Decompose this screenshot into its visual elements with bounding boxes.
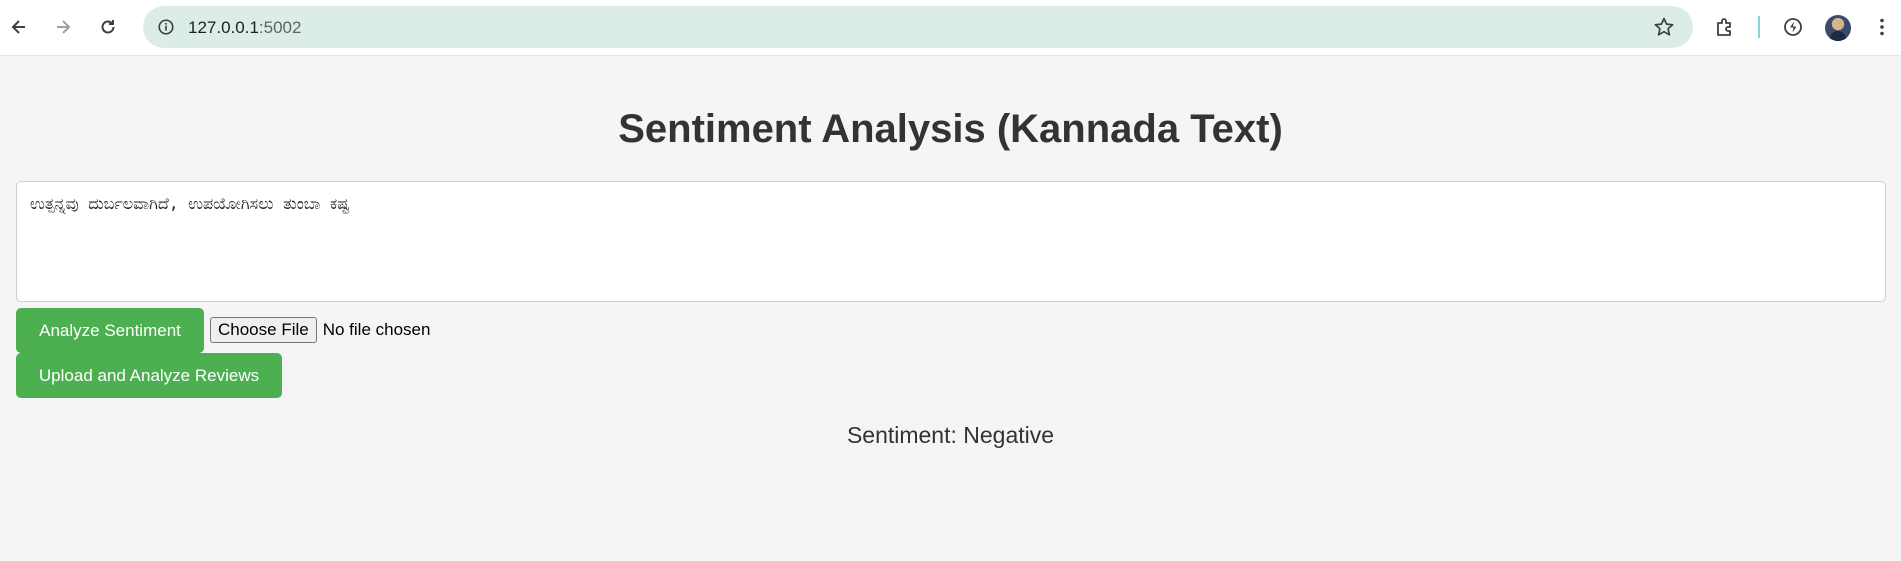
extensions-icon[interactable]: [1711, 13, 1739, 41]
site-info-icon[interactable]: [153, 14, 179, 40]
url-text[interactable]: 127.0.0.1:5002: [188, 18, 301, 38]
browser-toolbar: 127.0.0.1:5002: [0, 0, 1901, 56]
reload-icon[interactable]: [94, 13, 122, 41]
more-menu-icon[interactable]: [1868, 13, 1896, 41]
analyze-sentiment-button[interactable]: Analyze Sentiment: [16, 308, 204, 353]
page-title: Sentiment Analysis (Kannada Text): [618, 107, 1283, 151]
url-port: :5002: [258, 18, 302, 37]
back-arrow-icon[interactable]: [5, 13, 33, 41]
address-bar[interactable]: 127.0.0.1:5002: [143, 6, 1693, 48]
url-host: 127.0.0.1: [188, 18, 259, 37]
file-status-text: No file chosen: [322, 320, 431, 339]
upload-analyze-button[interactable]: Upload and Analyze Reviews: [16, 353, 282, 398]
review-text-input[interactable]: ಉತ್ಪನ್ನವು ದುರ್ಬಲವಾಗಿದೆ, ಉಪಯೋಗಿಸಲು ತುಂಬಾ …: [16, 181, 1886, 302]
sentiment-result: Sentiment: Negative: [846, 422, 1055, 448]
performance-icon[interactable]: [1779, 13, 1807, 41]
page-content: Sentiment Analysis (Kannada Text) ಉತ್ಪನ್…: [0, 57, 1901, 561]
file-input[interactable]: Choose File No file chosen: [210, 317, 430, 343]
profile-avatar[interactable]: [1825, 15, 1851, 41]
forward-arrow-icon[interactable]: [49, 13, 77, 41]
toolbar-divider: [1758, 16, 1760, 38]
bookmark-star-icon[interactable]: [1653, 16, 1675, 38]
choose-file-button[interactable]: Choose File: [210, 317, 317, 343]
